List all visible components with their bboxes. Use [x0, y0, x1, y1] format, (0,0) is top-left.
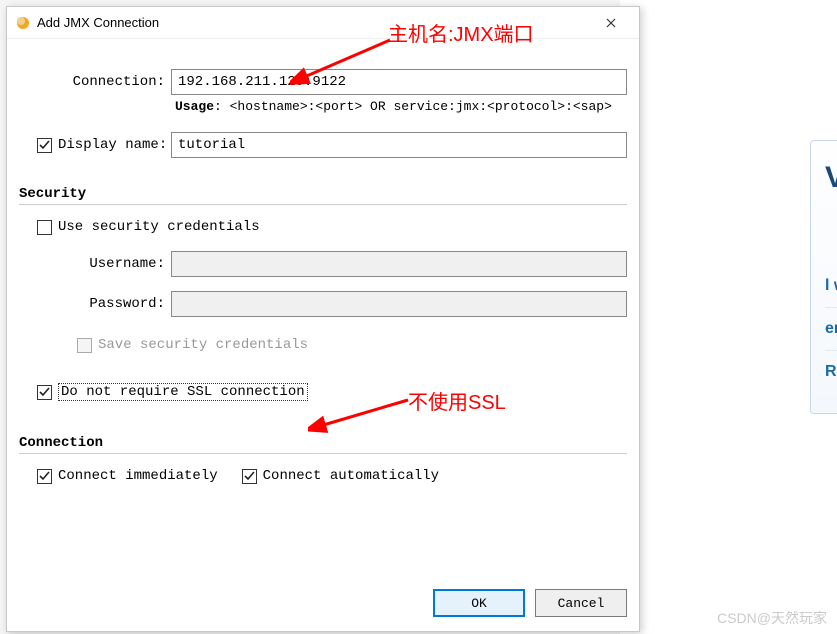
- app-icon: [15, 15, 31, 31]
- password-input: [171, 291, 627, 317]
- username-row: Username:: [19, 251, 627, 277]
- display-name-label: Display name:: [58, 137, 167, 153]
- check-icon: [39, 140, 50, 151]
- connection-input[interactable]: [171, 69, 627, 95]
- connection-options-row: Connect immediately Connect automaticall…: [37, 468, 627, 484]
- username-input: [171, 251, 627, 277]
- titlebar: Add JMX Connection: [7, 7, 639, 39]
- bg-link-reference[interactable]: Reference: [825, 351, 837, 393]
- save-credentials-row: Save security credentials: [77, 337, 627, 353]
- use-credentials-label: Use security credentials: [58, 219, 260, 235]
- no-ssl-row: Do not require SSL connection: [37, 383, 627, 401]
- display-name-row: Display name:: [19, 132, 627, 158]
- use-credentials-row: Use security credentials: [37, 219, 627, 235]
- security-heading: Security: [19, 186, 627, 205]
- check-icon: [39, 471, 50, 482]
- background-panel: VM 2.1.3 l with GraalVM ence Manual Refe…: [810, 140, 837, 414]
- dialog-body: Connection: Usage: <hostname>:<port> OR …: [7, 39, 639, 579]
- connection-heading: Connection: [19, 435, 627, 454]
- check-icon: [244, 471, 255, 482]
- close-icon: [606, 18, 616, 28]
- bg-link-manual[interactable]: ence Manual: [825, 308, 837, 351]
- connection-row: Connection:: [19, 69, 627, 95]
- connect-immediately-label: Connect immediately: [58, 468, 218, 484]
- bg-link-graalvm[interactable]: l with GraalVM: [825, 265, 837, 308]
- password-label: Password:: [19, 296, 171, 312]
- username-label: Username:: [19, 256, 171, 272]
- bg-title-vm: VM: [825, 161, 837, 194]
- no-ssl-checkbox[interactable]: [37, 385, 52, 400]
- button-bar: OK Cancel: [7, 579, 639, 631]
- display-name-checkbox[interactable]: [37, 138, 52, 153]
- password-row: Password:: [19, 291, 627, 317]
- ok-button[interactable]: OK: [433, 589, 525, 617]
- connect-immediately-row: Connect immediately: [37, 468, 218, 484]
- connection-label: Connection:: [19, 74, 171, 90]
- display-name-input[interactable]: [171, 132, 627, 158]
- use-credentials-checkbox[interactable]: [37, 220, 52, 235]
- background-window: VM 2.1.3 l with GraalVM ence Manual Refe…: [620, 0, 837, 634]
- connection-usage: Usage: <hostname>:<port> OR service:jmx:…: [175, 99, 627, 114]
- background-title: VM 2.1.3: [825, 161, 837, 195]
- no-ssl-label: Do not require SSL connection: [58, 383, 308, 401]
- connect-automatically-label: Connect automatically: [263, 468, 439, 484]
- save-credentials-label: Save security credentials: [98, 337, 308, 353]
- usage-text: : <hostname>:<port> OR service:jmx:<prot…: [214, 99, 612, 114]
- dialog-title: Add JMX Connection: [37, 15, 591, 30]
- save-credentials-checkbox: [77, 338, 92, 353]
- close-button[interactable]: [591, 9, 631, 37]
- check-icon: [39, 387, 50, 398]
- connect-immediately-checkbox[interactable]: [37, 469, 52, 484]
- connect-automatically-checkbox[interactable]: [242, 469, 257, 484]
- usage-label: Usage: [175, 99, 214, 114]
- add-jmx-connection-dialog: Add JMX Connection Connection: Usage: <h…: [6, 6, 640, 632]
- cancel-button[interactable]: Cancel: [535, 589, 627, 617]
- connect-automatically-row: Connect automatically: [242, 468, 439, 484]
- watermark: CSDN@天然玩家: [717, 608, 827, 628]
